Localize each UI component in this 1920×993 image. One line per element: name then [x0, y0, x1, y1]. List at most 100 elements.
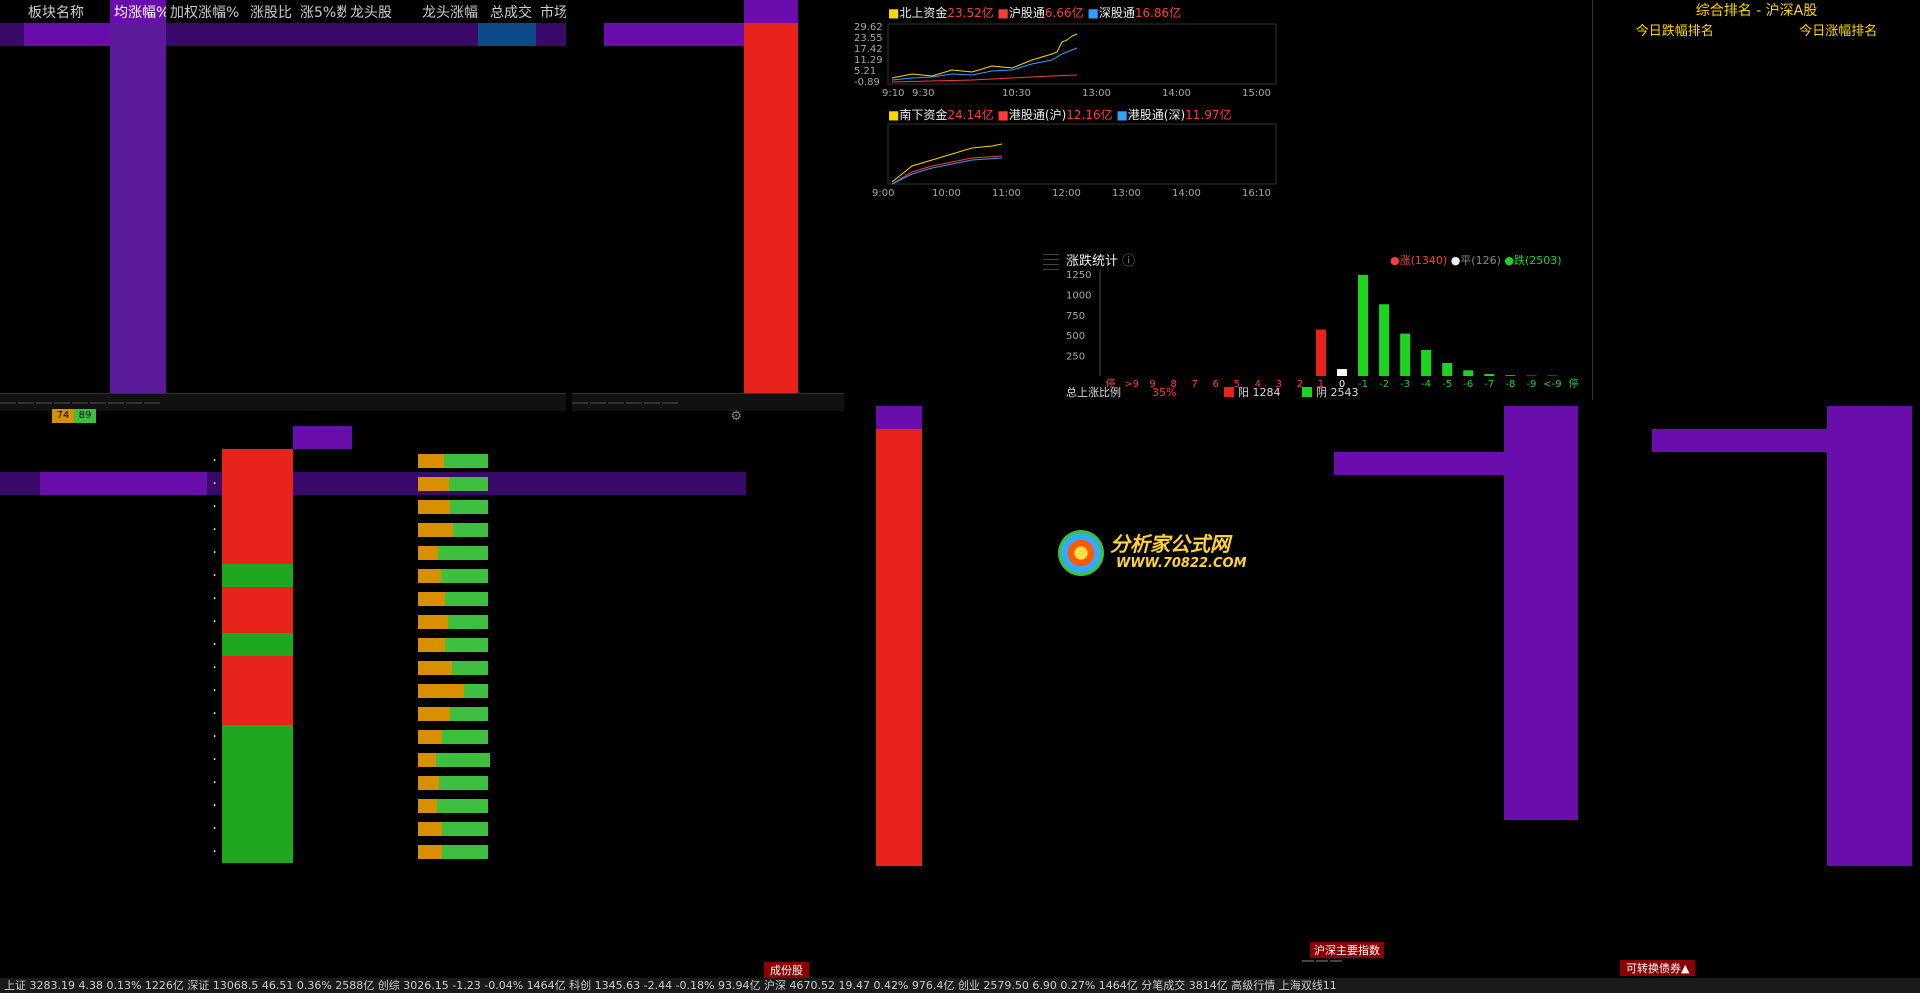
table-row[interactable]	[572, 368, 844, 391]
table-row[interactable]	[0, 46, 566, 69]
table-row[interactable]	[0, 207, 566, 230]
table-row[interactable]	[764, 590, 1060, 613]
rank-row[interactable]	[1757, 75, 1920, 93]
rank-row[interactable]	[1757, 130, 1920, 148]
rank-row[interactable]	[1593, 56, 1757, 74]
table-row[interactable]	[572, 207, 844, 230]
table-row[interactable]	[1616, 820, 1912, 843]
column-header[interactable]	[744, 0, 798, 23]
table-row[interactable]	[1616, 659, 1912, 682]
column-header[interactable]: 总成交	[478, 0, 536, 23]
bond-footer-tab[interactable]: 可转换债券▲	[1620, 960, 1696, 976]
table-row[interactable]	[1616, 682, 1912, 705]
table-row[interactable]	[764, 544, 1060, 567]
rank-row[interactable]	[1757, 112, 1920, 130]
table-row[interactable]	[0, 92, 566, 115]
column-header[interactable]	[222, 426, 292, 449]
tab-5[interactable]	[90, 401, 106, 404]
table-row[interactable]	[1302, 613, 1578, 636]
table-row[interactable]	[1616, 452, 1912, 475]
table-row[interactable]	[764, 613, 1060, 636]
table-row[interactable]	[1302, 567, 1578, 590]
column-header[interactable]	[798, 0, 844, 23]
rank-row[interactable]	[1757, 295, 1920, 313]
rank-row[interactable]	[1757, 387, 1920, 400]
tab-0[interactable]	[0, 401, 16, 404]
column-header[interactable]	[604, 0, 664, 23]
table-row[interactable]	[1616, 498, 1912, 521]
table-row[interactable]	[1616, 797, 1912, 820]
table-row[interactable]	[0, 184, 566, 207]
table-row[interactable]: ·	[0, 794, 746, 817]
column-header[interactable]	[664, 0, 744, 23]
table-row[interactable]	[764, 797, 1060, 820]
table-row[interactable]: ·	[0, 633, 746, 656]
table-row[interactable]	[1302, 475, 1578, 498]
tab-7[interactable]	[126, 401, 142, 404]
table-row[interactable]	[1302, 544, 1578, 567]
table-row[interactable]	[1616, 774, 1912, 797]
tab-1[interactable]	[18, 401, 34, 404]
column-header[interactable]: 涨股比	[240, 0, 296, 23]
column-header[interactable]	[974, 406, 1012, 429]
tab-3[interactable]	[54, 401, 70, 404]
index-bottom-tab-0[interactable]	[1302, 960, 1314, 962]
table-row[interactable]	[1616, 636, 1912, 659]
table-row[interactable]	[0, 368, 566, 391]
column-header[interactable]	[1012, 406, 1054, 429]
column-header[interactable]	[414, 426, 504, 449]
table-row[interactable]	[1616, 590, 1912, 613]
table-row[interactable]	[1302, 751, 1578, 774]
rank-row[interactable]	[1593, 332, 1757, 350]
table-row[interactable]	[764, 567, 1060, 590]
column-header[interactable]: 涨5%数	[296, 0, 346, 23]
table-row[interactable]	[1302, 521, 1578, 544]
table-row[interactable]	[572, 23, 844, 46]
column-header[interactable]	[1652, 406, 1724, 429]
table-row[interactable]: ·	[0, 840, 746, 863]
stock-tab-4[interactable]	[644, 401, 660, 404]
index-bottom-tab-1[interactable]	[1316, 960, 1328, 962]
table-row[interactable]	[0, 345, 566, 368]
stock-tab-1[interactable]	[590, 401, 606, 404]
column-header[interactable]: 均涨幅%	[110, 0, 166, 23]
settings-gear-icon[interactable]: ⚙	[730, 409, 746, 424]
table-row[interactable]	[1302, 705, 1578, 728]
rank-row[interactable]	[1757, 204, 1920, 222]
column-header[interactable]	[1504, 406, 1578, 429]
table-row[interactable]	[0, 23, 566, 46]
table-row[interactable]	[764, 705, 1060, 728]
table-row[interactable]	[764, 452, 1060, 475]
table-row[interactable]	[0, 322, 566, 345]
table-row[interactable]	[572, 253, 844, 276]
rank-row[interactable]	[1757, 185, 1920, 203]
rank-row[interactable]	[1593, 38, 1757, 56]
rank-row[interactable]	[1593, 222, 1757, 240]
stock-tab-3[interactable]	[626, 401, 642, 404]
tab-2[interactable]	[36, 401, 52, 404]
rank-row[interactable]	[1593, 295, 1757, 313]
rank-row[interactable]	[1757, 332, 1920, 350]
tab-4[interactable]	[72, 401, 88, 404]
table-row[interactable]	[572, 276, 844, 299]
rank-row[interactable]	[1757, 369, 1920, 387]
table-row[interactable]	[1302, 682, 1578, 705]
table-row[interactable]: ·	[0, 771, 746, 794]
column-header[interactable]	[572, 0, 604, 23]
rank-row[interactable]	[1593, 185, 1757, 203]
table-row[interactable]	[572, 69, 844, 92]
column-header[interactable]	[1401, 406, 1504, 429]
stock-tab-5[interactable]	[662, 401, 678, 404]
table-row[interactable]: ·	[0, 679, 746, 702]
column-header[interactable]: 市场比%	[536, 0, 566, 23]
table-row[interactable]	[764, 521, 1060, 544]
table-row[interactable]	[572, 230, 844, 253]
table-row[interactable]	[0, 69, 566, 92]
rank-row[interactable]	[1757, 56, 1920, 74]
stock-tab-0[interactable]	[572, 401, 588, 404]
table-row[interactable]	[1616, 429, 1912, 452]
column-header[interactable]	[40, 426, 119, 449]
rank-row[interactable]	[1757, 38, 1920, 56]
column-header[interactable]	[119, 426, 207, 449]
table-row[interactable]	[764, 636, 1060, 659]
